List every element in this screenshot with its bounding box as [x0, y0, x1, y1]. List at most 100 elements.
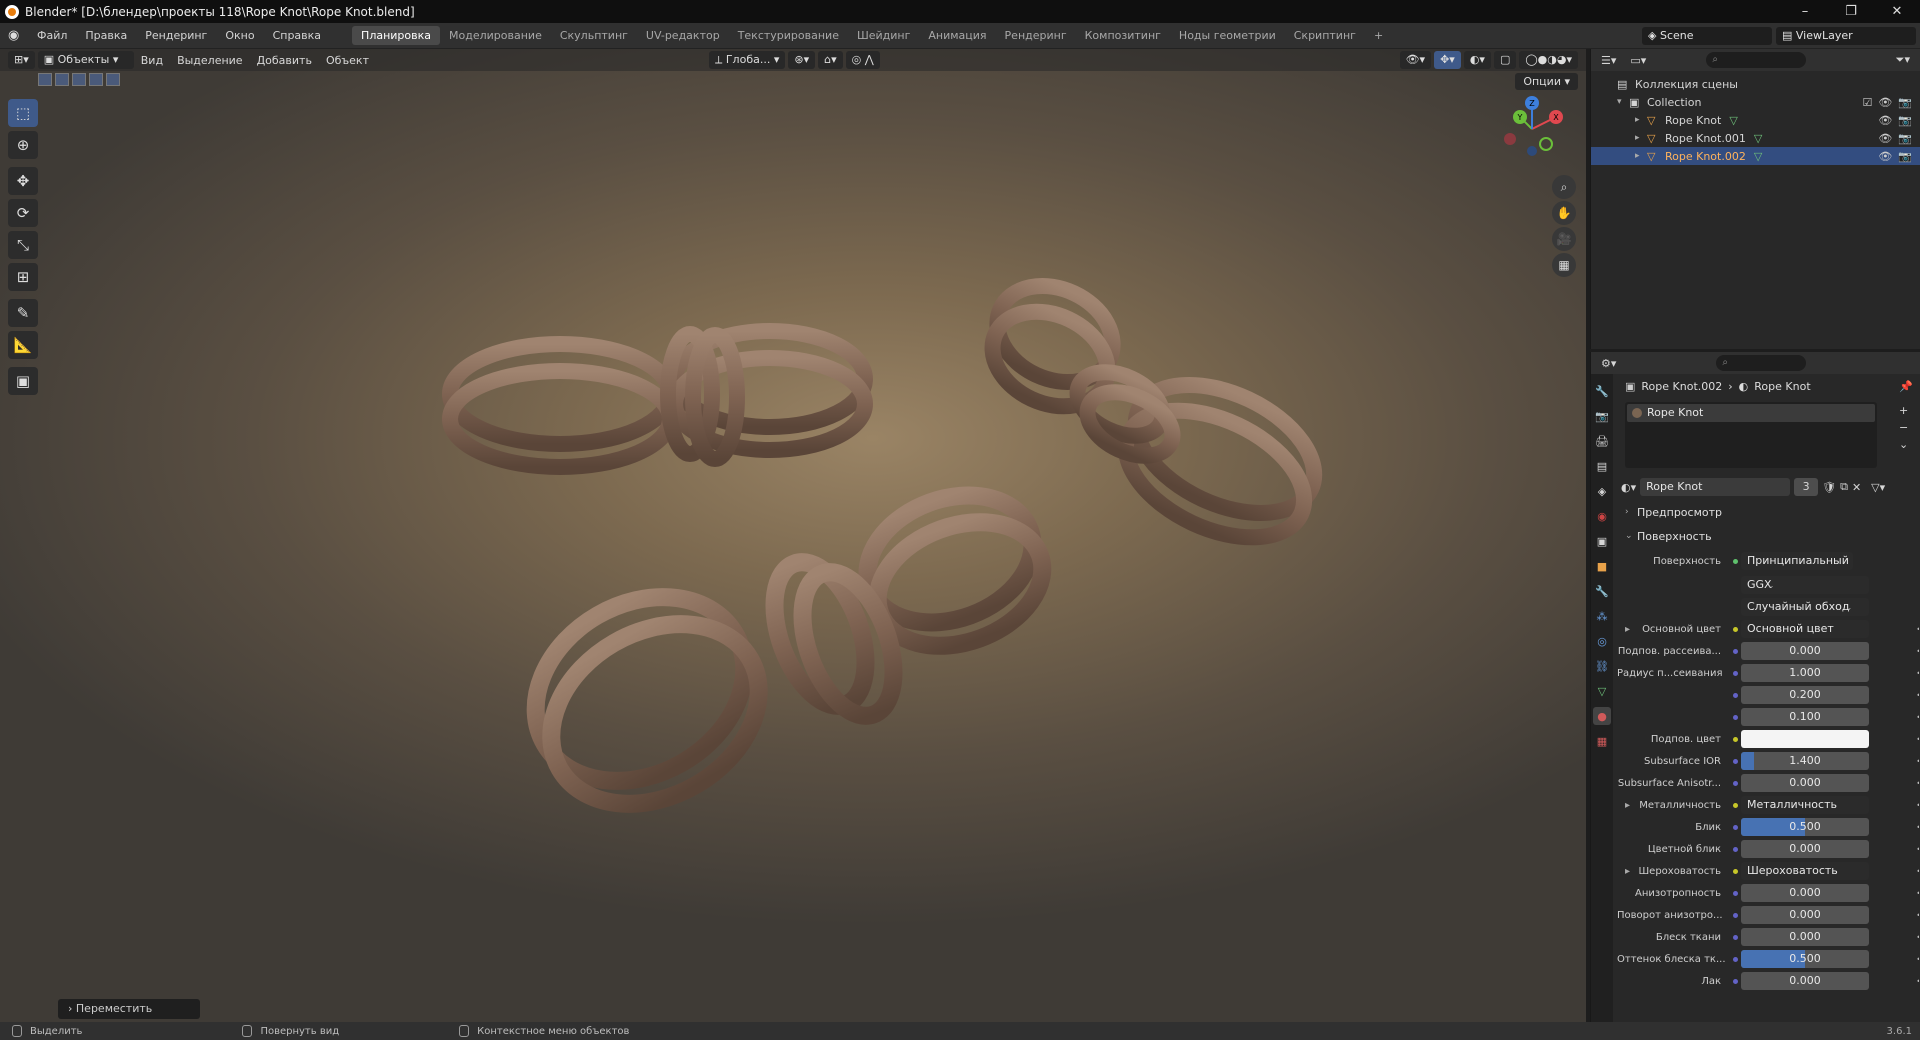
numeric-slider-field[interactable]: 0.000 [1741, 972, 1869, 990]
tab-layout[interactable]: Планировка [352, 26, 441, 45]
close-button[interactable]: ✕ [1874, 0, 1920, 23]
add-slot-button[interactable]: + [1899, 404, 1915, 417]
display-mode-icon[interactable]: ▭▾ [1630, 54, 1646, 67]
socket-icon[interactable] [1729, 909, 1741, 921]
socket-icon[interactable] [1729, 975, 1741, 987]
tab-texture-paint[interactable]: Текстурирование [729, 26, 848, 45]
viewport-menu-view[interactable]: Вид [134, 54, 170, 67]
tab-modeling[interactable]: Моделирование [440, 26, 551, 45]
eye-icon[interactable]: 👁 [1878, 114, 1892, 127]
tab-geometry-nodes[interactable]: Ноды геометрии [1170, 26, 1285, 45]
keyframe-dot-icon[interactable]: • [1916, 625, 1919, 634]
keyframe-dot-icon[interactable]: • [1916, 669, 1919, 678]
zoom-icon[interactable]: ⌕ [1552, 175, 1576, 199]
select-box-tool-icon[interactable]: ⬚ [8, 99, 38, 127]
eye-icon[interactable]: 👁 [1878, 132, 1892, 145]
linked-input-field[interactable]: Шероховатость [1741, 862, 1869, 880]
render-tab-icon[interactable]: 📷 [1593, 407, 1611, 425]
scene-selector[interactable]: ◈ Scene [1642, 27, 1772, 45]
numeric-slider-field[interactable]: 0.100 [1741, 708, 1869, 726]
properties-search-input[interactable]: ⌕ [1716, 355, 1807, 371]
socket-icon[interactable] [1729, 821, 1741, 833]
view-layer-tab-icon[interactable]: ▤ [1593, 457, 1611, 475]
material-slot-list[interactable]: Rope Knot [1625, 402, 1877, 468]
camera-icon[interactable]: 📷 [1898, 96, 1912, 109]
3d-viewport[interactable]: ⊞▾ ▣ Объекты ▾ Вид Выделение Добавить Об… [0, 49, 1586, 1022]
blender-menu-icon[interactable]: ◉ [8, 28, 28, 43]
pivot-icon[interactable]: ⊛▾ [788, 51, 816, 69]
camera-view-icon[interactable]: 🎥 [1552, 227, 1576, 251]
scene-tab-icon[interactable]: ◈ [1593, 482, 1611, 500]
gizmo-toggle-icon[interactable]: ✥▾ [1434, 51, 1461, 69]
outliner-item-rope-knot[interactable]: ▸ ▽ Rope Knot ▽ 👁 📷 [1591, 111, 1920, 129]
tab-scripting[interactable]: Скриптинг [1285, 26, 1365, 45]
maximize-button[interactable]: ❐ [1828, 0, 1874, 23]
shading-modes-icon[interactable]: ◯●◑◕▾ [1519, 51, 1578, 69]
tab-compositing[interactable]: Композитинг [1076, 26, 1170, 45]
socket-icon[interactable] [1729, 645, 1741, 657]
outliner-item-rope-knot-002[interactable]: ▸ ▽ Rope Knot.002 ▽ 👁 📷 [1591, 147, 1920, 165]
socket-icon[interactable] [1729, 689, 1741, 701]
numeric-slider-field[interactable]: 1.400 [1741, 752, 1869, 770]
socket-icon[interactable] [1729, 777, 1741, 789]
overlay-icon[interactable]: ◐▾ [1463, 51, 1491, 69]
keyframe-dot-icon[interactable]: • [1916, 845, 1919, 854]
numeric-slider-field[interactable]: 0.500 [1741, 818, 1869, 836]
slot-menu-button[interactable]: ⌄ [1899, 438, 1915, 451]
xray-icon[interactable]: ▢ [1493, 51, 1517, 69]
camera-icon[interactable]: 📷 [1898, 132, 1912, 145]
material-name-field[interactable]: Rope Knot [1640, 478, 1791, 496]
menu-edit[interactable]: Правка [76, 29, 136, 42]
socket-icon[interactable] [1729, 733, 1741, 745]
menu-file[interactable]: Файл [28, 29, 76, 42]
checkbox-icon[interactable]: ☑ [1862, 96, 1872, 109]
tab-shading[interactable]: Шейдинг [848, 26, 919, 45]
navigation-gizmo[interactable]: X Y Z [1492, 89, 1572, 169]
keyframe-dot-icon[interactable]: • [1916, 955, 1919, 964]
snap-icon[interactable]: ⌂▾ [818, 51, 843, 69]
keyframe-dot-icon[interactable]: • [1916, 647, 1919, 656]
tool-tab-icon[interactable]: 🔧 [1593, 382, 1611, 400]
fake-user-icon[interactable]: 🛡 [1822, 481, 1836, 494]
mesh-data-icon[interactable]: ▽ [1729, 114, 1737, 127]
menu-render[interactable]: Рендеринг [136, 29, 216, 42]
properties-editor-icon[interactable]: ⚙▾ [1601, 357, 1616, 370]
pan-hand-icon[interactable]: ✋ [1552, 201, 1576, 225]
section-preview[interactable]: › Предпросмотр [1617, 502, 1919, 522]
socket-icon[interactable] [1729, 931, 1741, 943]
keyframe-dot-icon[interactable]: • [1916, 757, 1919, 766]
keyframe-dot-icon[interactable]: • [1916, 933, 1919, 942]
keyframe-dot-icon[interactable]: • [1916, 823, 1919, 832]
object-tab-icon[interactable]: ■ [1593, 557, 1611, 575]
tab-uv-editing[interactable]: UV-редактор [637, 26, 729, 45]
numeric-slider-field[interactable]: 1.000 [1741, 664, 1869, 682]
cursor-tool-icon[interactable]: ⊕ [8, 131, 38, 159]
rope-knot-object[interactable] [442, 323, 873, 475]
tab-rendering[interactable]: Рендеринг [996, 26, 1076, 45]
tab-animation[interactable]: Анимация [919, 26, 995, 45]
selection-mode-buttons[interactable] [38, 73, 120, 86]
browse-material-icon[interactable]: ◐▾ [1621, 481, 1636, 494]
link-icon[interactable]: ▽▾ [1871, 481, 1885, 494]
scene-collection-row[interactable]: ▤ Коллекция сцены [1591, 75, 1920, 93]
keyframe-dot-icon[interactable]: • [1916, 691, 1919, 700]
keyframe-dot-icon[interactable]: • [1916, 911, 1919, 920]
numeric-slider-field[interactable]: 0.000 [1741, 906, 1869, 924]
outliner-search-input[interactable]: ⌕ [1706, 52, 1807, 68]
section-surface[interactable]: ⌄ Поверхность [1617, 526, 1919, 546]
color-swatch-field[interactable] [1741, 730, 1869, 748]
socket-icon[interactable] [1729, 887, 1741, 899]
unlink-material-icon[interactable]: ✕ [1852, 481, 1861, 494]
numeric-slider-field[interactable]: 0.000 [1741, 884, 1869, 902]
rope-knot-object-002[interactable] [502, 474, 1059, 840]
tab-sculpting[interactable]: Скульптинг [551, 26, 637, 45]
mesh-data-icon[interactable]: ▽ [1754, 132, 1762, 145]
eye-icon[interactable]: 👁 [1878, 150, 1892, 163]
numeric-slider-field[interactable]: 0.000 [1741, 774, 1869, 792]
collection-row[interactable]: ▾ ▣ Collection ☑ 👁 📷 [1591, 93, 1920, 111]
interaction-mode-dropdown[interactable]: ▣ Объекты ▾ [37, 51, 134, 69]
add-workspace-button[interactable]: + [1365, 26, 1392, 45]
outliner-item-rope-knot-001[interactable]: ▸ ▽ Rope Knot.001 ▽ 👁 📷 [1591, 129, 1920, 147]
surface-shader-field[interactable]: Принципиальный BSDF [1741, 552, 1853, 570]
options-dropdown[interactable]: Опции ▾ [1515, 73, 1578, 90]
